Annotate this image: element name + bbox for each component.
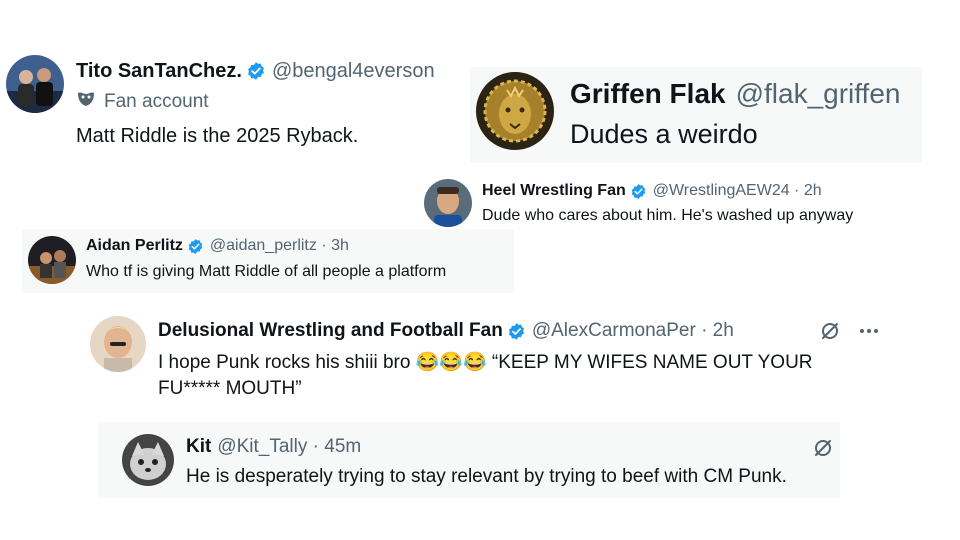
handle[interactable]: @WrestlingAEW24 · 2h	[653, 182, 822, 200]
tweet-header: Tito SanTanChez. @bengal4everson	[76, 58, 435, 84]
tweet-text: Dudes a weirdo	[570, 119, 758, 149]
tweet-card-tito: Tito SanTanChez. @bengal4everson Fan acc…	[0, 45, 470, 160]
tweet-text: Dude who cares about him. He's washed up…	[482, 207, 854, 224]
fan-account-text: Fan account	[104, 91, 209, 112]
fan-account-label: Fan account	[76, 90, 209, 114]
grok-icon[interactable]	[812, 437, 834, 459]
avatar[interactable]	[28, 236, 76, 284]
tweet-header: Delusional Wrestling and Football Fan @A…	[158, 319, 734, 343]
avatar[interactable]	[476, 72, 554, 150]
tweet-card-aidan: Aidan Perlitz @aidan_perlitz · 3h Who tf…	[22, 229, 514, 293]
verified-badge-icon	[187, 238, 204, 255]
tweet-text-line-2: FU***** MOUTH”	[158, 378, 302, 399]
verified-badge-icon	[630, 183, 647, 200]
avatar[interactable]	[424, 179, 472, 227]
avatar-image	[122, 434, 174, 486]
tweet-card-griffen: Griffen Flak @flak_griffen Dudes a weird…	[470, 67, 922, 163]
handle[interactable]: @Kit_Tally · 45m	[217, 436, 361, 458]
avatar[interactable]	[6, 55, 64, 113]
avatar-image	[424, 179, 472, 227]
tweet-text-line-1: I hope Punk rocks his shiii bro 😂😂😂 “KEE…	[158, 352, 813, 373]
tweet-text: Matt Riddle is the 2025 Ryback.	[76, 125, 359, 147]
handle[interactable]: @AlexCarmonaPer · 2h	[532, 320, 734, 342]
display-name[interactable]: Delusional Wrestling and Football Fan	[158, 320, 503, 342]
tweet-card-heel: Heel Wrestling Fan @WrestlingAEW24 · 2h …	[422, 175, 922, 233]
verified-badge-icon	[246, 61, 266, 81]
more-icon[interactable]	[858, 320, 880, 342]
handle[interactable]: @aidan_perlitz · 3h	[210, 237, 349, 255]
avatar-image	[90, 316, 146, 372]
handle[interactable]: @bengal4everson	[272, 60, 435, 83]
display-name[interactable]: Aidan Perlitz	[86, 237, 183, 255]
tweet-header: Griffen Flak @flak_griffen	[570, 77, 900, 111]
display-name[interactable]: Heel Wrestling Fan	[482, 182, 626, 200]
tweet-header: Heel Wrestling Fan @WrestlingAEW24 · 2h	[482, 180, 822, 202]
display-name[interactable]: Griffen Flak	[570, 78, 726, 110]
tweet-card-delusional: Delusional Wrestling and Football Fan @A…	[82, 310, 902, 406]
mask-icon	[76, 90, 96, 114]
grok-icon[interactable]	[819, 320, 841, 342]
avatar-image	[6, 55, 64, 113]
avatar[interactable]	[122, 434, 174, 486]
display-name[interactable]: Tito SanTanChez.	[76, 60, 242, 83]
tweet-header: Aidan Perlitz @aidan_perlitz · 3h	[86, 235, 349, 257]
tweet-header: Kit @Kit_Tally · 45m	[186, 435, 361, 459]
handle[interactable]: @flak_griffen	[736, 78, 901, 110]
verified-badge-icon	[507, 322, 526, 341]
display-name[interactable]: Kit	[186, 436, 211, 458]
avatar-image	[28, 236, 76, 284]
lion-icon	[476, 72, 554, 150]
tweet-card-kit: Kit @Kit_Tally · 45m He is desperately t…	[98, 422, 840, 498]
tweet-text: He is desperately trying to stay relevan…	[186, 466, 787, 487]
avatar[interactable]	[90, 316, 146, 372]
tweet-text: Who tf is giving Matt Riddle of all peop…	[86, 263, 447, 280]
